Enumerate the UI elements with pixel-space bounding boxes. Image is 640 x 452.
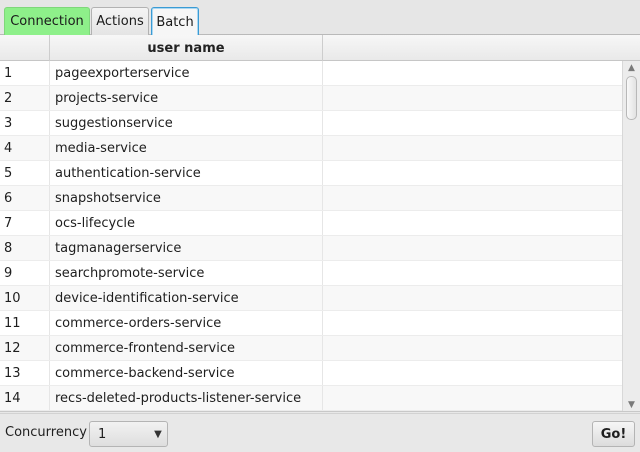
row-filler <box>323 86 622 110</box>
row-filler <box>323 336 622 360</box>
row-filler <box>323 186 622 210</box>
concurrency-label: Concurrency <box>5 425 87 440</box>
row-user-name: suggestionservice <box>50 111 323 135</box>
table-row[interactable]: 10 device-identification-service <box>0 286 622 311</box>
row-user-name: snapshotservice <box>50 186 323 210</box>
vertical-scrollbar[interactable]: ▲ ▼ <box>622 61 640 411</box>
table-row[interactable]: 1 pageexporterservice <box>0 61 622 86</box>
table-header: user name <box>0 35 640 61</box>
row-index: 3 <box>0 111 50 135</box>
row-user-name: device-identification-service <box>50 286 323 310</box>
row-user-name: media-service <box>50 136 323 160</box>
batch-table: user name 1 pageexporterservice 2 projec… <box>0 35 640 412</box>
row-index: 5 <box>0 161 50 185</box>
row-filler <box>323 111 622 135</box>
row-filler <box>323 136 622 160</box>
row-filler <box>323 311 622 335</box>
row-index: 2 <box>0 86 50 110</box>
column-header-filler <box>323 35 640 61</box>
row-filler <box>323 361 622 385</box>
table-row[interactable]: 9 searchpromote-service <box>0 261 622 286</box>
column-header-user-name[interactable]: user name <box>50 35 323 61</box>
row-index: 7 <box>0 211 50 235</box>
row-index: 1 <box>0 61 50 85</box>
row-filler <box>323 411 622 412</box>
footer-bar: Concurrency 1 ▼ Go! <box>0 413 640 452</box>
row-index: 4 <box>0 136 50 160</box>
row-index: 6 <box>0 186 50 210</box>
table-row[interactable]: 6 snapshotservice <box>0 186 622 211</box>
table-row[interactable]: 3 suggestionservice <box>0 111 622 136</box>
tab-batch-label: Batch <box>156 14 194 30</box>
row-user-name: ocs-lifecycle <box>50 211 323 235</box>
row-index: 14 <box>0 386 50 410</box>
row-index: 11 <box>0 311 50 335</box>
row-user-name: searchpromote-service <box>50 261 323 285</box>
table-row[interactable]: 14 recs-deleted-products-listener-servic… <box>0 386 622 411</box>
table-row[interactable]: 4 media-service <box>0 136 622 161</box>
table-row[interactable]: 2 projects-service <box>0 86 622 111</box>
row-user-name: tagmanagerservice <box>50 236 323 260</box>
table-body: 1 pageexporterservice 2 projects-service… <box>0 61 622 412</box>
row-user-name: commerce-orders-service <box>50 311 323 335</box>
row-filler <box>323 386 622 410</box>
tab-connection[interactable]: Connection <box>4 7 90 35</box>
row-filler <box>323 211 622 235</box>
row-user-name: commerce-frontend-service <box>50 336 323 360</box>
table-row[interactable]: 12 commerce-frontend-service <box>0 336 622 361</box>
row-index: 12 <box>0 336 50 360</box>
arrow-up-icon[interactable]: ▲ <box>623 61 640 75</box>
tab-actions[interactable]: Actions <box>91 7 149 35</box>
concurrency-value: 1 <box>98 426 107 442</box>
column-header-index[interactable] <box>0 35 50 61</box>
row-user-name <box>50 411 323 412</box>
row-user-name: projects-service <box>50 86 323 110</box>
table-row[interactable]: 13 commerce-backend-service <box>0 361 622 386</box>
chevron-down-icon: ▼ <box>154 428 162 440</box>
row-user-name: authentication-service <box>50 161 323 185</box>
table-row[interactable]: 8 tagmanagerservice <box>0 236 622 261</box>
row-user-name: pageexporterservice <box>50 61 323 85</box>
row-filler <box>323 286 622 310</box>
row-filler <box>323 61 622 85</box>
row-index: 9 <box>0 261 50 285</box>
row-index: 10 <box>0 286 50 310</box>
row-filler <box>323 161 622 185</box>
row-user-name: recs-deleted-products-listener-service <box>50 386 323 410</box>
row-index: 15 <box>0 411 50 412</box>
row-index: 8 <box>0 236 50 260</box>
row-index: 13 <box>0 361 50 385</box>
concurrency-select[interactable]: 1 ▼ <box>89 421 168 447</box>
tab-batch[interactable]: Batch <box>151 7 199 36</box>
tab-actions-label: Actions <box>96 14 144 29</box>
scrollbar-thumb[interactable] <box>626 76 637 120</box>
row-user-name: commerce-backend-service <box>50 361 323 385</box>
arrow-down-icon[interactable]: ▼ <box>623 398 640 411</box>
tab-connection-label: Connection <box>10 14 84 29</box>
tab-bar: Connection Actions Batch <box>0 0 640 36</box>
table-row[interactable]: 11 commerce-orders-service <box>0 311 622 336</box>
table-row[interactable]: 7 ocs-lifecycle <box>0 211 622 236</box>
row-filler <box>323 236 622 260</box>
table-row[interactable]: 5 authentication-service <box>0 161 622 186</box>
go-button[interactable]: Go! <box>592 421 635 447</box>
row-filler <box>323 261 622 285</box>
table-row[interactable]: 15 <box>0 411 622 412</box>
